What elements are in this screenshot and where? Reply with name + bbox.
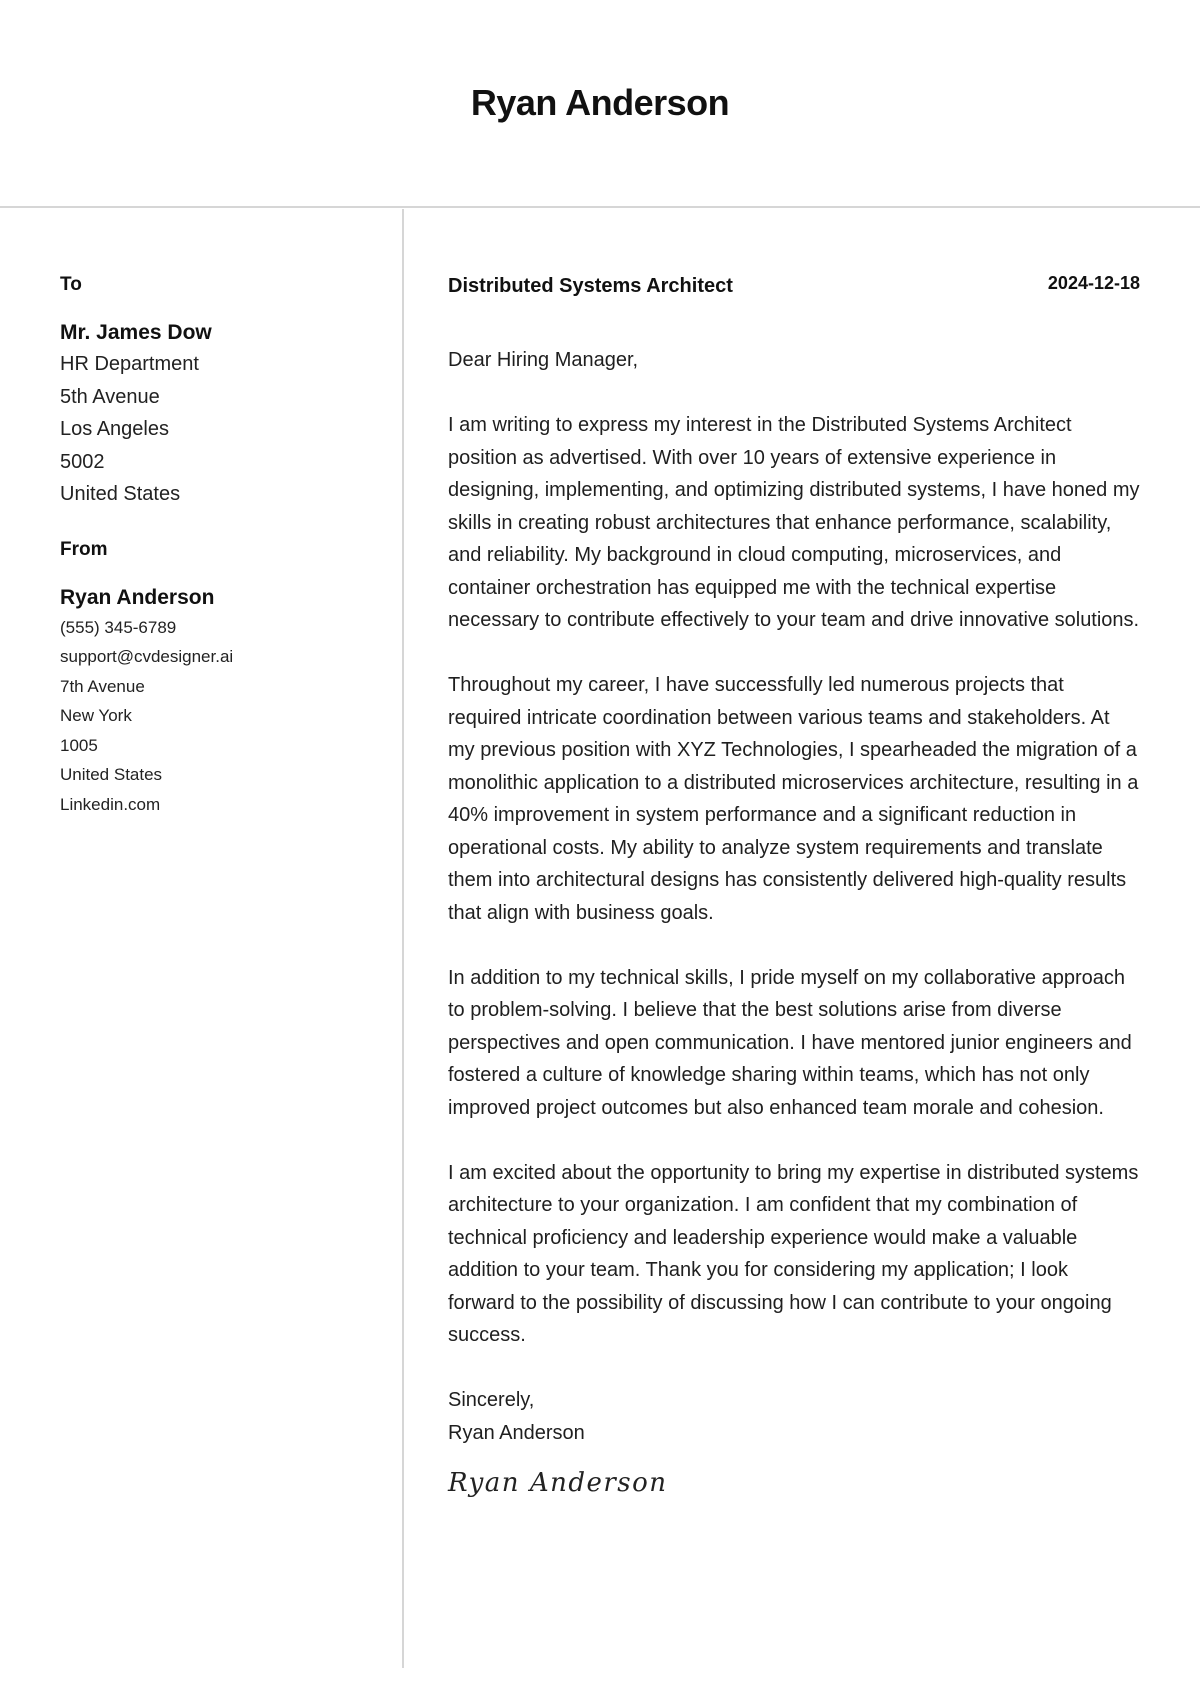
recipient-country: United States — [60, 483, 181, 505]
sender-block: From Ryan Anderson (555) 345-6789 suppor… — [60, 537, 390, 820]
letter-date: 2024-12-18 — [1047, 273, 1140, 293]
recipient-name: Mr. James Dow — [60, 321, 212, 344]
sender-postcode: 1005 — [60, 735, 98, 755]
paragraph-3: In addition to my technical skills, I pr… — [448, 966, 1132, 1119]
sender-street: 7th Avenue — [60, 676, 145, 696]
closing: Sincerely, — [448, 1389, 535, 1411]
sender-email: support@cvdesigner.ai — [60, 647, 234, 666]
sender-city: New York — [60, 706, 132, 725]
salutation: Dear Hiring Manager, — [448, 349, 639, 371]
recipient-postcode: 5002 — [60, 450, 105, 473]
letter-topline: Distributed Systems Architect 2024-12-18 — [448, 272, 1140, 300]
sender-label: From — [60, 538, 108, 560]
address-column: To Mr. James Dow HR Department 5th Avenu… — [60, 272, 390, 819]
paragraph-4: I am excited about the opportunity to br… — [448, 1161, 1139, 1347]
sender-website: Linkedin.com — [60, 794, 161, 814]
closing-name: Ryan Anderson — [448, 1421, 585, 1444]
signature: Ryan Anderson — [448, 1468, 668, 1498]
applicant-name-heading: Ryan Anderson — [470, 82, 730, 123]
recipient-city: Los Angeles — [60, 418, 169, 440]
column-divider — [402, 209, 404, 1668]
page-header: Ryan Anderson — [0, 0, 1200, 208]
paragraph-2: Throughout my career, I have successfull… — [448, 674, 1139, 924]
paragraph-1: I am writing to express my interest in t… — [448, 414, 1140, 631]
sender-phone: (555) 345-6789 — [60, 617, 177, 637]
letter-column: Distributed Systems Architect 2024-12-18… — [448, 272, 1140, 1500]
letter-body: Dear Hiring Manager, I am writing to exp… — [448, 344, 1140, 1500]
recipient-street: 5th Avenue — [60, 385, 160, 408]
sender-country: United States — [60, 765, 163, 784]
recipient-block: To Mr. James Dow HR Department 5th Avenu… — [60, 272, 390, 511]
recipient-label: To — [60, 274, 82, 295]
recipient-department: HR Department — [60, 353, 199, 375]
sender-name: Ryan Anderson — [60, 585, 215, 609]
job-title: Distributed Systems Architect — [448, 275, 733, 297]
